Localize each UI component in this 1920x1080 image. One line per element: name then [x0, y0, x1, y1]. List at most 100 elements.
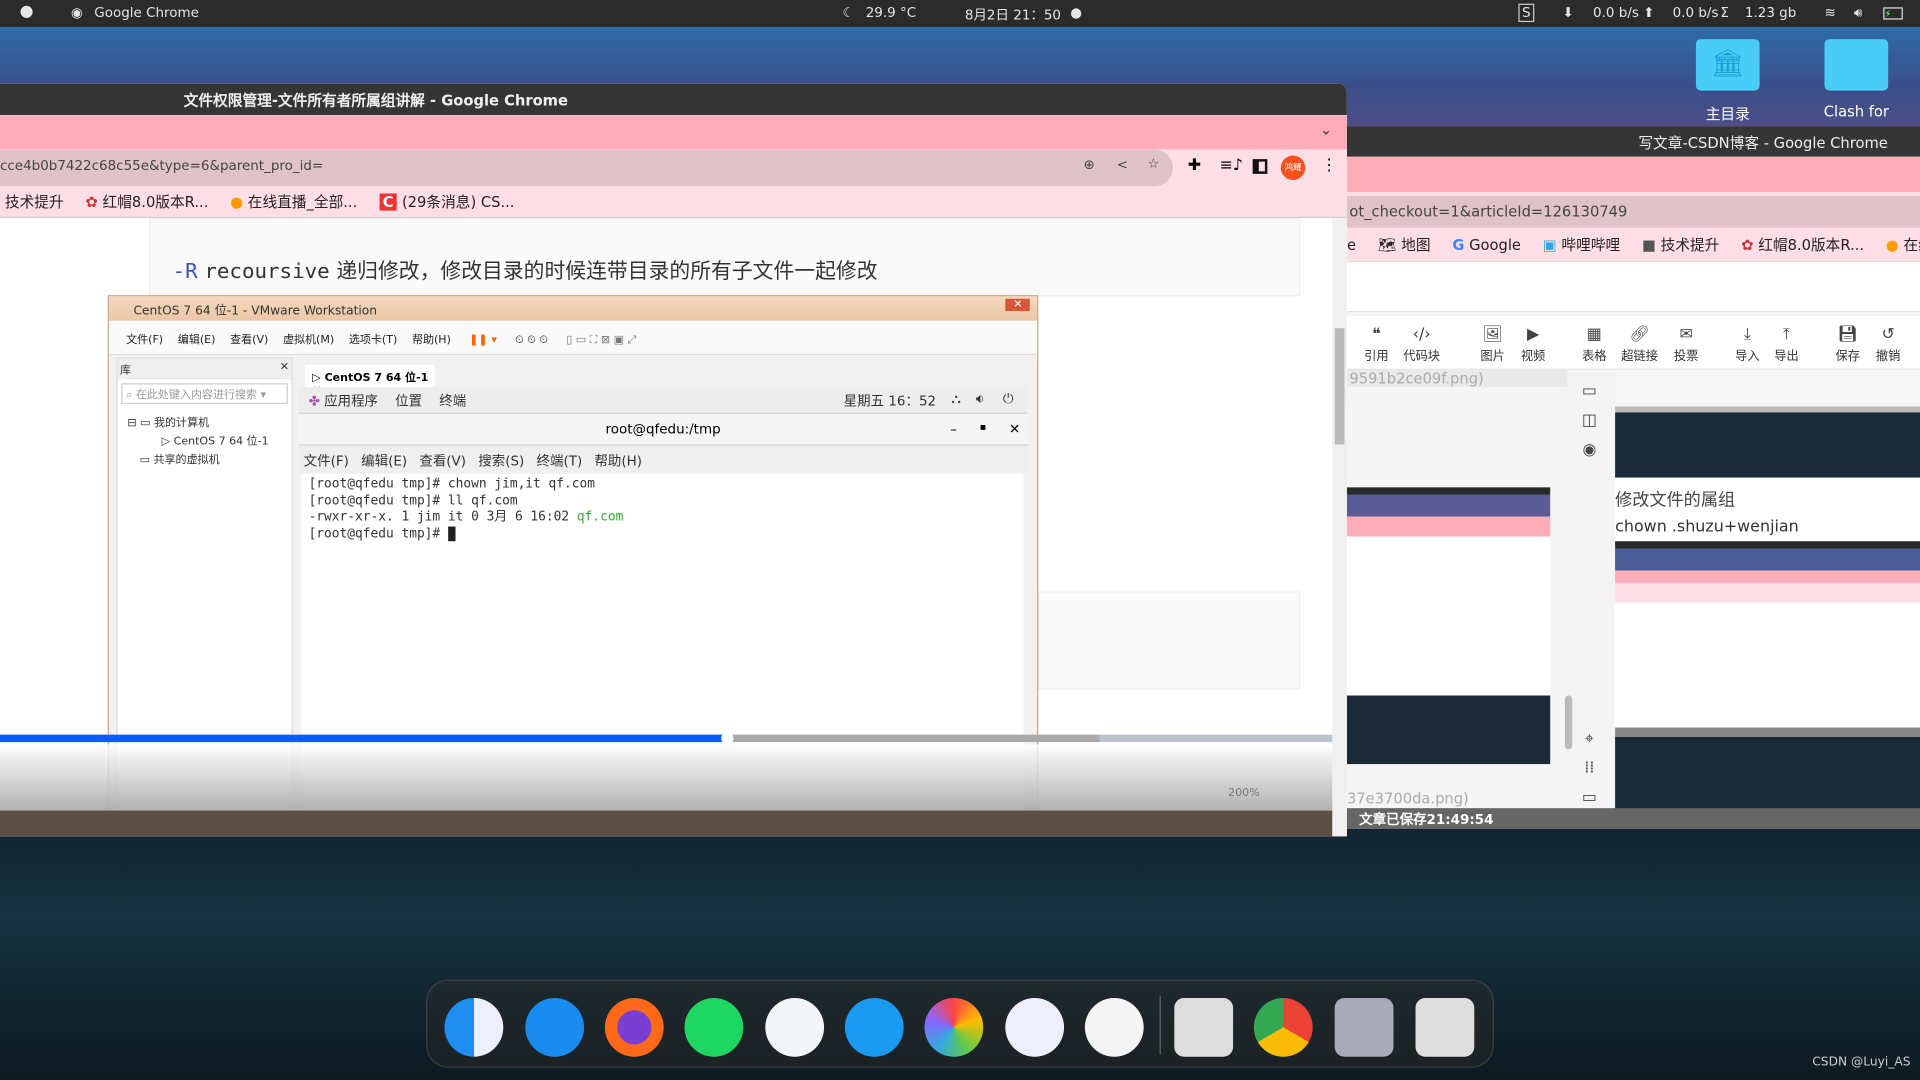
menu-vm[interactable]: 虚拟机(M) — [283, 334, 334, 346]
editor-scrollbar[interactable] — [1564, 695, 1573, 750]
bookmark-redhat[interactable]: ✿ 红帽8.0版本R... — [1741, 236, 1864, 253]
battery-icon[interactable]: ⚡ — [1883, 7, 1903, 20]
locate-icon[interactable]: ⌖ — [1575, 725, 1604, 754]
video-progress-bar[interactable] — [0, 732, 1333, 745]
sync-scroll-icon[interactable]: ⁞⁞ — [1575, 754, 1604, 783]
dock-disk-utility-icon[interactable] — [1334, 997, 1394, 1057]
pause-icon[interactable]: ❚❚ ▾ — [469, 334, 497, 346]
share-icon[interactable]: < — [1117, 157, 1128, 173]
profile-avatar[interactable]: 鸿耀 — [1280, 155, 1306, 181]
bookmark-redhat[interactable]: ✿ 红帽8.0版本R... — [86, 193, 209, 210]
volume-icon[interactable]: 🔉︎ — [976, 391, 984, 408]
bookmark-csdn[interactable]: C (29条消息) CS... — [379, 193, 514, 211]
bookmark-folder[interactable]: ■ 技术提升 — [1642, 236, 1719, 253]
toolbar-table-button[interactable]: ▦ 表格 — [1570, 326, 1619, 364]
bookmark-live[interactable]: ● 在线直播_全部... — [230, 193, 357, 210]
tree-shared[interactable]: ▭ 共享的虚拟机 — [127, 452, 291, 470]
menu-help[interactable]: 帮助(H) — [412, 334, 451, 346]
toolbar-video-button[interactable]: ▶ 视频 — [1509, 326, 1558, 364]
extensions-icon[interactable]: ✚ — [1188, 157, 1201, 175]
desktop-icon-home[interactable]: 🏛︎ 主目录 — [1690, 39, 1766, 123]
close-icon[interactable]: ✕ — [1009, 421, 1020, 437]
term-menu-search[interactable]: 搜索(S) — [478, 453, 524, 469]
minimize-icon[interactable]: – — [950, 421, 957, 437]
s-icon[interactable]: S — [1518, 3, 1535, 23]
bookmark-maps[interactable]: 🗺︎ 地图 — [1378, 236, 1431, 253]
term-menu-file[interactable]: 文件(F) — [304, 453, 349, 469]
term-menu-view[interactable]: 查看(V) — [419, 453, 466, 469]
menu-kebab-icon[interactable]: ⋮ — [1321, 157, 1337, 175]
gnome-menu-places[interactable]: 位置 — [395, 393, 422, 409]
menu-tabs[interactable]: 选项卡(T) — [349, 334, 397, 346]
view-icons[interactable]: ▯ ▭ ⛶ ⊠ ▣ ⤢ — [566, 334, 636, 346]
preview-eye-icon[interactable]: ◉ — [1575, 436, 1604, 465]
side-tools: ▭ ◫ ◉ ⌖ ⁞⁞ ▭ — [1575, 377, 1604, 813]
toolbar-undo-button[interactable]: ↺ 撤销 — [1864, 326, 1913, 364]
window-controls[interactable]: ✕ — [1005, 298, 1030, 312]
close-icon[interactable]: ✕ — [280, 361, 289, 373]
dock-firefox-icon[interactable] — [604, 997, 664, 1057]
layout-split-icon[interactable]: ◫ — [1575, 407, 1604, 436]
snapshot-icon[interactable]: ⏲ ⏲ ⏲ — [515, 334, 548, 346]
toolbar-quote-button[interactable]: ❝ 引用 — [1352, 326, 1401, 364]
media-control-icon[interactable]: ≡♪ — [1220, 157, 1244, 175]
address-bar[interactable]: ot_checkout=1&articleId=126130749 — [1346, 195, 1920, 228]
dock-trash-icon[interactable] — [1174, 997, 1234, 1057]
terminal-line: [root@qfedu tmp]# _ — [308, 525, 456, 541]
dock-spotify-icon[interactable] — [684, 997, 744, 1057]
bookmark[interactable]: e — [1347, 236, 1356, 253]
layout-single-icon[interactable]: ▭ — [1575, 377, 1604, 406]
toolbar-link-button[interactable]: 🔗︎ 超链接 — [1615, 326, 1664, 364]
menu-view[interactable]: 查看(V) — [230, 334, 268, 346]
toolbar-export-button[interactable]: ⤒ 导出 — [1762, 326, 1811, 364]
wifi-icon[interactable]: ≋ — [1824, 5, 1835, 21]
dock-files-icon[interactable] — [844, 997, 904, 1057]
menu-edit[interactable]: 编辑(E) — [178, 334, 216, 346]
toolbar-vote-button[interactable]: ✉ 投票 — [1662, 326, 1711, 364]
menu-file[interactable]: 文件(F) — [126, 334, 163, 346]
bookmark-live[interactable]: ● 在线 — [1886, 236, 1920, 253]
desktop-icon-clash[interactable]: Clash for — [1818, 39, 1894, 120]
dock-finder-icon[interactable] — [444, 997, 504, 1057]
dock-teamviewer-icon[interactable] — [1005, 997, 1065, 1057]
progress-knob[interactable] — [721, 732, 734, 745]
tree-my-computer[interactable]: ⊟ ▭ 我的计算机 — [127, 415, 291, 433]
network-icon[interactable]: ⛬ — [951, 391, 960, 408]
library-search[interactable]: ⌕ 在此处键入内容进行搜索 ▾ — [121, 383, 288, 405]
term-menu-help[interactable]: 帮助(H) — [594, 453, 642, 469]
link-icon: 🔗︎ — [1629, 325, 1650, 345]
dock-chrome-icon[interactable] — [1253, 997, 1313, 1057]
gnome-menu-terminal[interactable]: 终端 — [439, 393, 466, 409]
active-app-name[interactable]: Google Chrome — [94, 5, 199, 21]
bookmark-star-icon[interactable]: ☆ — [1147, 156, 1159, 172]
side-panel-icon[interactable] — [1252, 159, 1268, 174]
term-menu-terminal[interactable]: 终端(T) — [537, 453, 583, 469]
vm-tab[interactable]: ▷ CentOS 7 64 位-1 ✕ — [304, 364, 435, 397]
bookmark-google[interactable]: G Google — [1452, 236, 1521, 253]
tab-search-chevron-icon[interactable]: ⌄ — [1320, 121, 1332, 138]
dock-todo-icon[interactable] — [1084, 997, 1144, 1057]
gnome-menu-apps[interactable]: 应用程序 — [324, 393, 378, 409]
dock-launchpad-icon[interactable] — [1415, 997, 1475, 1057]
apple-icon[interactable]: ● — [20, 2, 34, 20]
dock-app-store-icon[interactable] — [525, 997, 585, 1057]
clock[interactable]: 8月2日 21：50 — [965, 5, 1061, 25]
page-scrollbar[interactable] — [1332, 217, 1347, 837]
zoom-icon[interactable]: ⊕ — [1084, 157, 1095, 173]
tree-vm[interactable]: ▷ CentOS 7 64 位-1 — [127, 433, 291, 451]
bookmark-bilibili[interactable]: ▣ 哔哩哔哩 — [1543, 236, 1620, 253]
volume-icon[interactable]: 🔊︎ — [1854, 5, 1862, 22]
bookmark[interactable]: 技术提升 — [5, 193, 64, 210]
dock-photos-icon[interactable] — [924, 997, 984, 1057]
toolbar-code-button[interactable]: ‹/› 代码块 — [1397, 326, 1446, 364]
toolbar-label: 保存 — [1835, 350, 1861, 364]
vm-zoom-level: 200% — [1228, 787, 1260, 800]
editor-pane[interactable]: 9591b2ce09f.png) 37e3700da.png) — [1346, 369, 1568, 809]
maximize-icon[interactable]: ▪ — [980, 421, 987, 432]
dock-baidu-netdisk-icon[interactable] — [765, 997, 825, 1057]
term-menu-edit[interactable]: 编辑(E) — [361, 453, 407, 469]
gnome-clock[interactable]: 星期五 16：52 — [844, 391, 936, 411]
address-bar[interactable]: cce4b0b7422c68c55e&type=6&parent_pro_id=… — [0, 149, 1174, 187]
power-icon[interactable]: ⏻ — [1003, 391, 1014, 408]
dot-icon: ● — [1070, 4, 1082, 21]
